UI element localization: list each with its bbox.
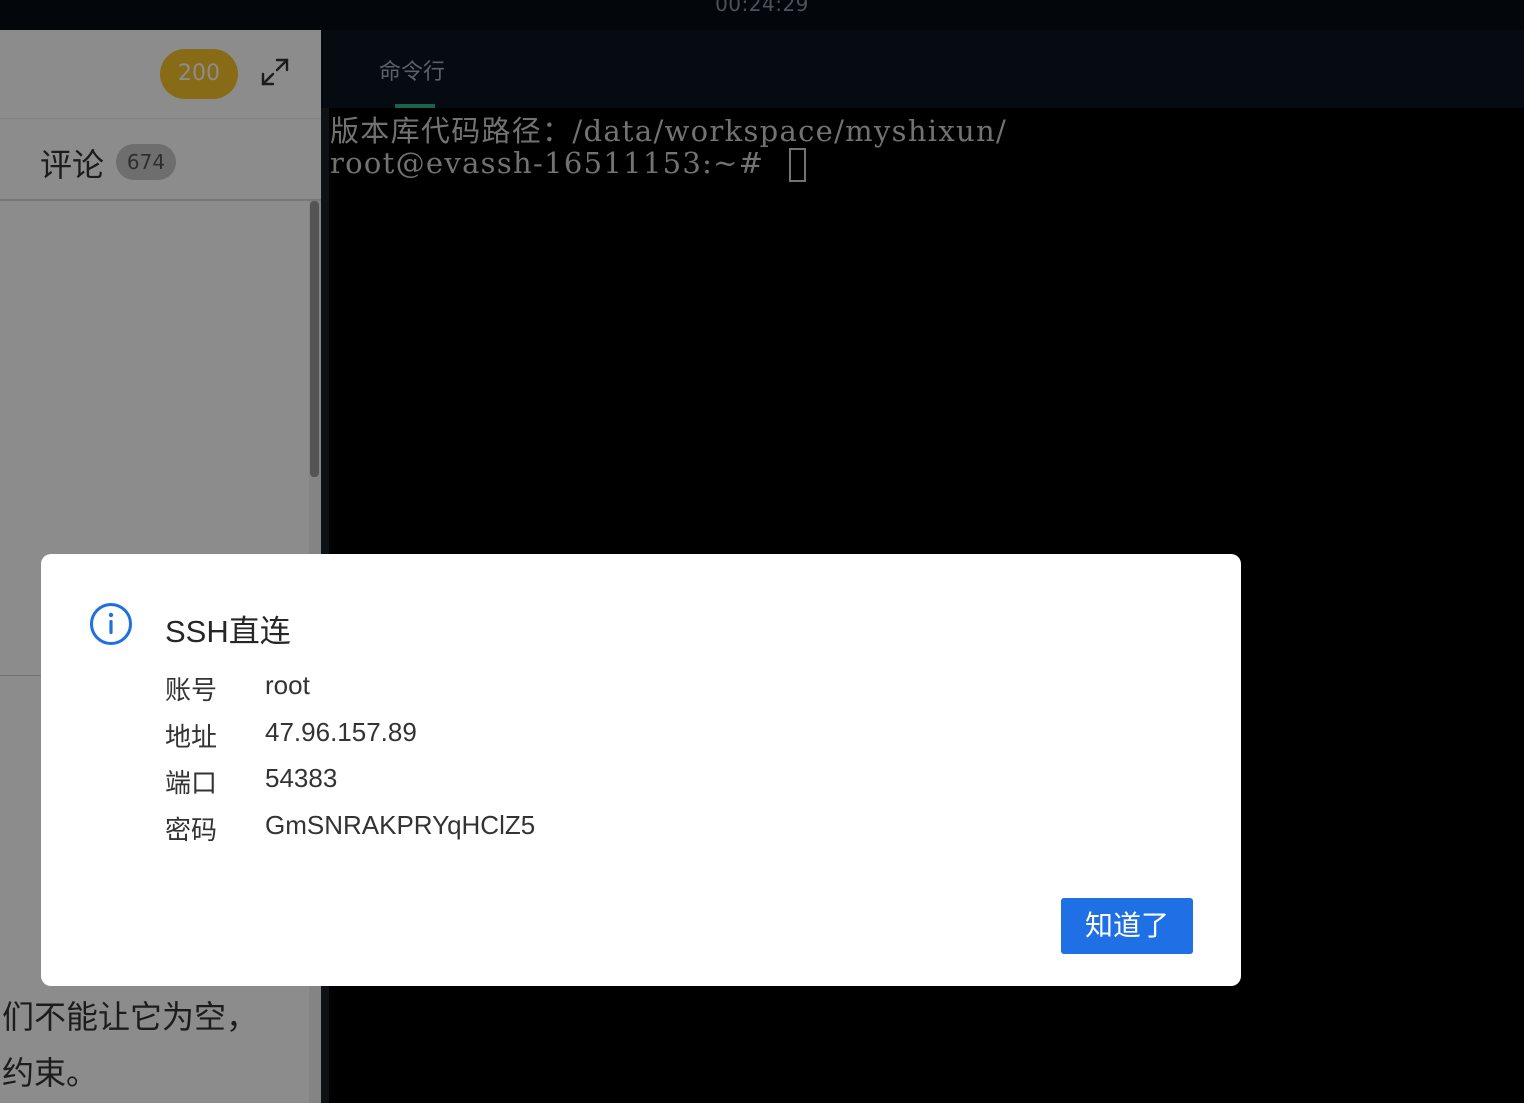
ssh-info-dialog: SSH直连 账号 root 地址 47.96.157.89 端口 54383 密… (41, 554, 1241, 986)
port-label: 端口 (165, 769, 218, 799)
dialog-title: SSH直连 (165, 614, 291, 649)
info-circle-icon (90, 603, 132, 645)
address-label: 地址 (165, 723, 218, 753)
account-value: root (265, 670, 310, 700)
port-value: 54383 (265, 763, 338, 793)
password-value: GmSNRAKPRYqHClZ5 (265, 810, 536, 840)
address-value: 47.96.157.89 (265, 717, 417, 747)
account-label: 账号 (165, 676, 218, 706)
ok-button[interactable]: 知道了 (1061, 898, 1193, 954)
password-label: 密码 (165, 816, 218, 846)
